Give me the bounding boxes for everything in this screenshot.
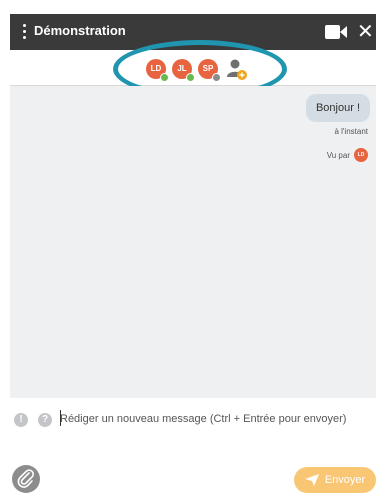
message-timestamp: à l'instant [334,127,368,136]
send-button-label: Envoyer [324,474,366,486]
chat-header: Démonstration ✕ [10,14,376,50]
participant-initials: JL [177,64,187,73]
message-bubble: Bonjour ! [305,94,370,122]
kebab-menu-icon[interactable] [23,24,27,40]
read-receipt: Vu par LD [327,148,368,162]
exclamation-icon[interactable]: ! [14,413,28,427]
status-online-icon [160,73,169,82]
participant-avatar[interactable]: LD [146,59,169,82]
send-button[interactable]: Envoyer [294,467,376,493]
participant-initials: SP [202,64,214,73]
video-camera-icon[interactable] [325,25,347,39]
paperclip-icon[interactable] [12,465,40,493]
conversation-title: Démonstration [34,23,126,38]
participant-avatar[interactable]: JL [172,59,195,82]
participant-initials: LD [150,64,162,73]
close-icon[interactable]: ✕ [357,20,374,44]
message-composer: ! ? Envoyer [10,398,376,496]
add-user-icon[interactable] [226,58,248,80]
paper-plane-icon [304,474,319,486]
message-list: Bonjour ! à l'instant Vu par LD [10,86,376,398]
read-receipt-avatar: LD [354,148,368,162]
participants-bar: LD JL SP [10,50,376,86]
chat-window: Démonstration ✕ LD JL SP Bonjour ! à l'i… [0,0,378,496]
help-icon[interactable]: ? [38,413,52,427]
message-input[interactable] [60,410,370,428]
status-away-icon [212,73,221,82]
status-online-icon [186,73,195,82]
participant-avatar[interactable]: SP [198,59,221,82]
read-receipt-label: Vu par [326,150,350,160]
